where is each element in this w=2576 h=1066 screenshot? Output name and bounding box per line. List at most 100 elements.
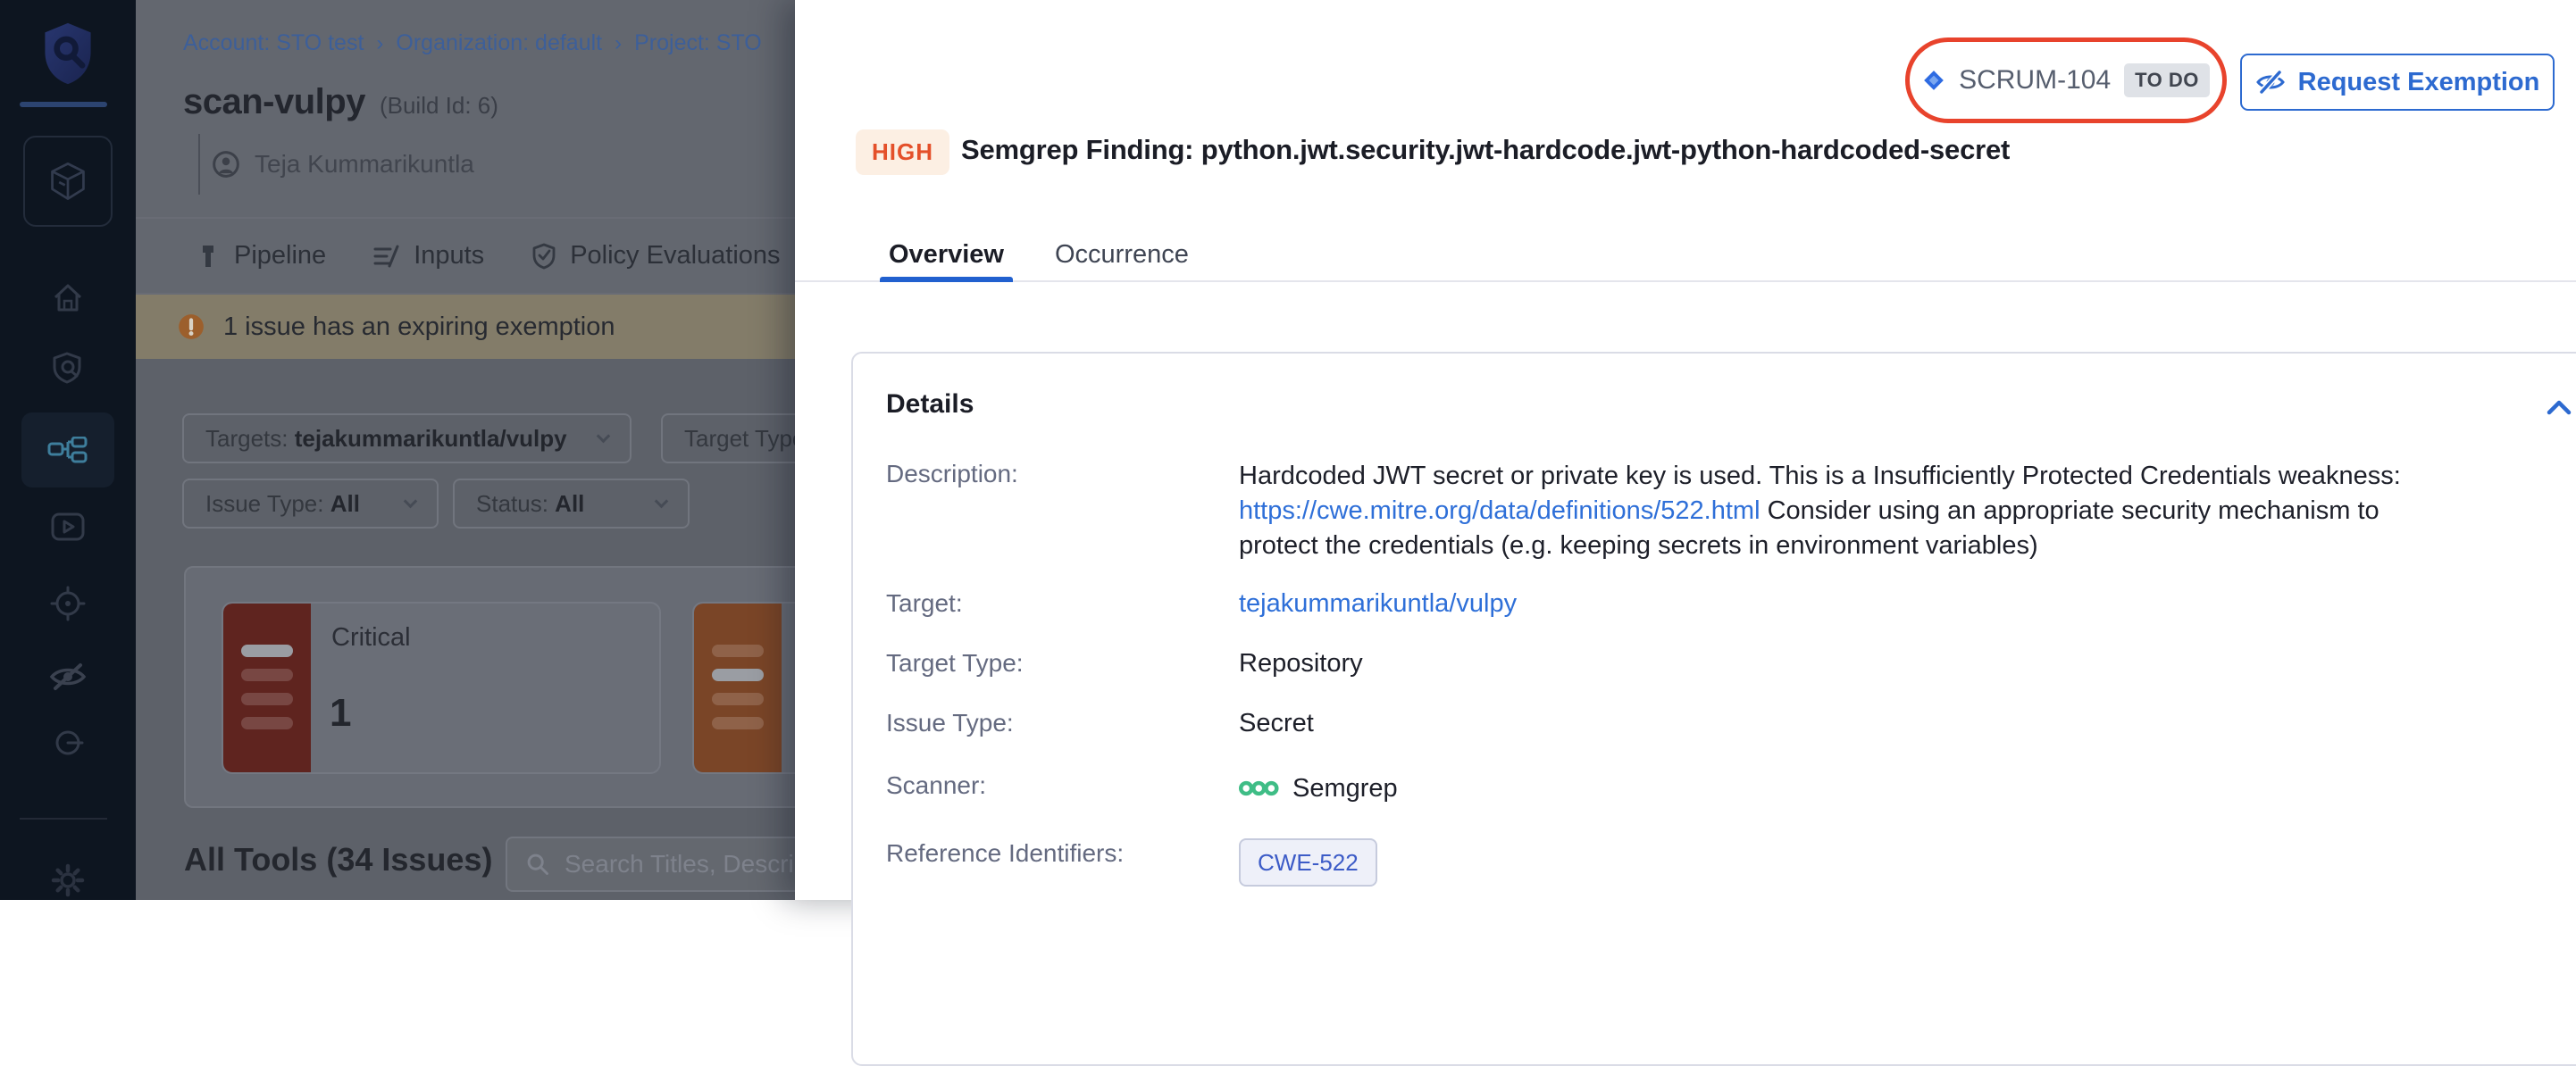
breadcrumb-separator: › (615, 31, 622, 56)
severity-card-label: Critical (331, 623, 411, 653)
severity-card-count: 1 (330, 691, 351, 736)
tab-inputs[interactable]: Inputs (372, 241, 484, 271)
reference-identifiers-row: Reference Identifiers: CWE-522 (886, 838, 2576, 887)
eye-slash-icon (2255, 69, 2286, 96)
chevron-down-icon (404, 494, 418, 508)
build-id-label: (Build Id: 6) (380, 92, 498, 120)
nav-home[interactable] (0, 279, 136, 318)
warning-icon (177, 312, 205, 341)
filter-label: Status: (476, 490, 548, 517)
red-annotation-highlight: SCRUM-104 TO DO (1905, 37, 2227, 123)
request-exemption-button[interactable]: Request Exemption (2240, 54, 2555, 111)
tab-label: Policy Evaluations (570, 241, 780, 271)
pipeline-icon (47, 437, 88, 463)
nav-exemptions[interactable] (0, 657, 136, 696)
shield-search-icon (50, 350, 86, 386)
status-filter-dropdown[interactable]: Status: All (453, 479, 690, 529)
filter-label: Issue Type: (205, 490, 324, 517)
scanner-value: Semgrep (1292, 773, 1398, 804)
module-cube-icon (46, 161, 89, 202)
scanner-label: Scanner: (886, 770, 1239, 806)
search-placeholder: Search Titles, Descrip (565, 850, 807, 879)
details-card: Details Description: Hardcoded JWT secre… (851, 352, 2576, 1066)
harness-sto-logo (0, 21, 136, 86)
description-label: Description: (886, 459, 1239, 563)
description-value: Hardcoded JWT secret or private key is u… (1239, 459, 2418, 563)
issue-type-filter-dropdown[interactable]: Issue Type: All (182, 479, 439, 529)
user-rule-divider (198, 134, 200, 195)
gear-icon (48, 861, 88, 900)
cwe-definition-link[interactable]: https://cwe.mitre.org/data/definitions/5… (1239, 496, 1761, 525)
nav-settings[interactable] (0, 861, 136, 900)
search-icon (525, 852, 550, 877)
targets-filter-dropdown[interactable]: Targets: tejakummarikuntla/vulpy (182, 413, 631, 463)
avatar-icon (212, 150, 240, 179)
issue-title: Semgrep Finding: python.jwt.security.jwt… (961, 134, 2010, 166)
breadcrumb: Account: STO test › Organization: defaul… (183, 30, 762, 56)
filter-value: tejakummarikuntla/vulpy (295, 425, 567, 452)
drawer-tabs: Overview Occurrence (880, 228, 1198, 282)
pipeline-tab-icon (195, 242, 222, 271)
chevron-down-icon (597, 429, 611, 443)
target-row: Target: tejakummarikuntla/vulpy (886, 588, 2576, 619)
ticket-ring-icon (50, 725, 86, 761)
all-tools-heading: All Tools (34 Issues) (184, 841, 492, 879)
issue-details-drawer: SCRUM-104 TO DO Request Exemption HIGH S… (795, 0, 2576, 900)
jira-icon (1922, 69, 1945, 92)
severity-gauge-icon (712, 645, 764, 729)
cwe-chip: CWE-522 (1239, 838, 1377, 887)
target-type-value: Repository (1239, 648, 2576, 679)
execution-tabbar: Pipeline Inputs Policy Evaluations (195, 219, 781, 293)
left-nav-sidebar (0, 0, 136, 900)
details-heading: Details (886, 389, 2576, 420)
severity-gauge-icon (241, 645, 293, 729)
tab-overview[interactable]: Overview (880, 228, 1013, 282)
nav-sto-overview[interactable] (0, 348, 136, 387)
page-title: scan-vulpy (183, 82, 365, 122)
nav-tickets[interactable] (0, 723, 136, 762)
target-label: Target: (886, 588, 1239, 619)
description-row: Description: Hardcoded JWT secret or pri… (886, 459, 2576, 563)
target-type-row: Target Type: Repository (886, 648, 2576, 679)
eye-off-icon (48, 660, 88, 694)
breadcrumb-account[interactable]: Account: STO test (183, 30, 364, 56)
target-link[interactable]: tejakummarikuntla/vulpy (1239, 589, 1517, 618)
collapse-chevron-up-icon[interactable] (2544, 395, 2574, 421)
home-icon (50, 281, 86, 315)
target-type-label: Target Type: (886, 648, 1239, 679)
filter-value: All (555, 490, 584, 517)
tab-occurrence[interactable]: Occurrence (1046, 228, 1198, 282)
sidebar-divider (20, 818, 107, 820)
triggered-by-user: Teja Kummarikuntla (212, 150, 474, 179)
nav-module-selector[interactable] (23, 136, 113, 227)
nav-executions[interactable] (0, 507, 136, 546)
severity-card-critical[interactable]: Critical 1 (222, 602, 661, 774)
chevron-down-icon (655, 494, 669, 508)
semgrep-logo-icon (1239, 779, 1280, 797)
tab-label: Pipeline (234, 241, 326, 271)
executions-play-icon (50, 512, 86, 542)
issue-type-value: Secret (1239, 708, 2576, 738)
issue-type-row: Issue Type: Secret (886, 708, 2576, 738)
active-module-indicator (20, 102, 107, 107)
user-name: Teja Kummarikuntla (255, 150, 474, 179)
tab-policy-evaluations[interactable]: Policy Evaluations (531, 241, 780, 271)
warning-text: 1 issue has an expiring exemption (223, 312, 615, 342)
nav-targets[interactable] (0, 584, 136, 623)
severity-badge-high: HIGH (856, 129, 949, 175)
target-icon (49, 585, 87, 622)
breadcrumb-organization[interactable]: Organization: default (396, 30, 602, 56)
jira-ticket-pill[interactable]: SCRUM-104 TO DO (1922, 63, 2210, 97)
tab-pipeline[interactable]: Pipeline (195, 241, 326, 271)
filter-label: Target Type: (684, 425, 812, 453)
reference-identifiers-label: Reference Identifiers: (886, 838, 1239, 887)
breadcrumb-project[interactable]: Project: STO (634, 30, 762, 56)
inputs-tab-icon (372, 243, 401, 270)
jira-ticket-key: SCRUM-104 (1959, 65, 2111, 96)
filter-value: All (330, 490, 360, 517)
request-exemption-label: Request Exemption (2298, 68, 2540, 97)
high-severity-slab (694, 604, 782, 772)
tab-label: Inputs (414, 241, 484, 271)
nav-pipelines-active[interactable] (21, 412, 114, 487)
description-text: Hardcoded JWT secret or private key is u… (1239, 462, 2401, 490)
